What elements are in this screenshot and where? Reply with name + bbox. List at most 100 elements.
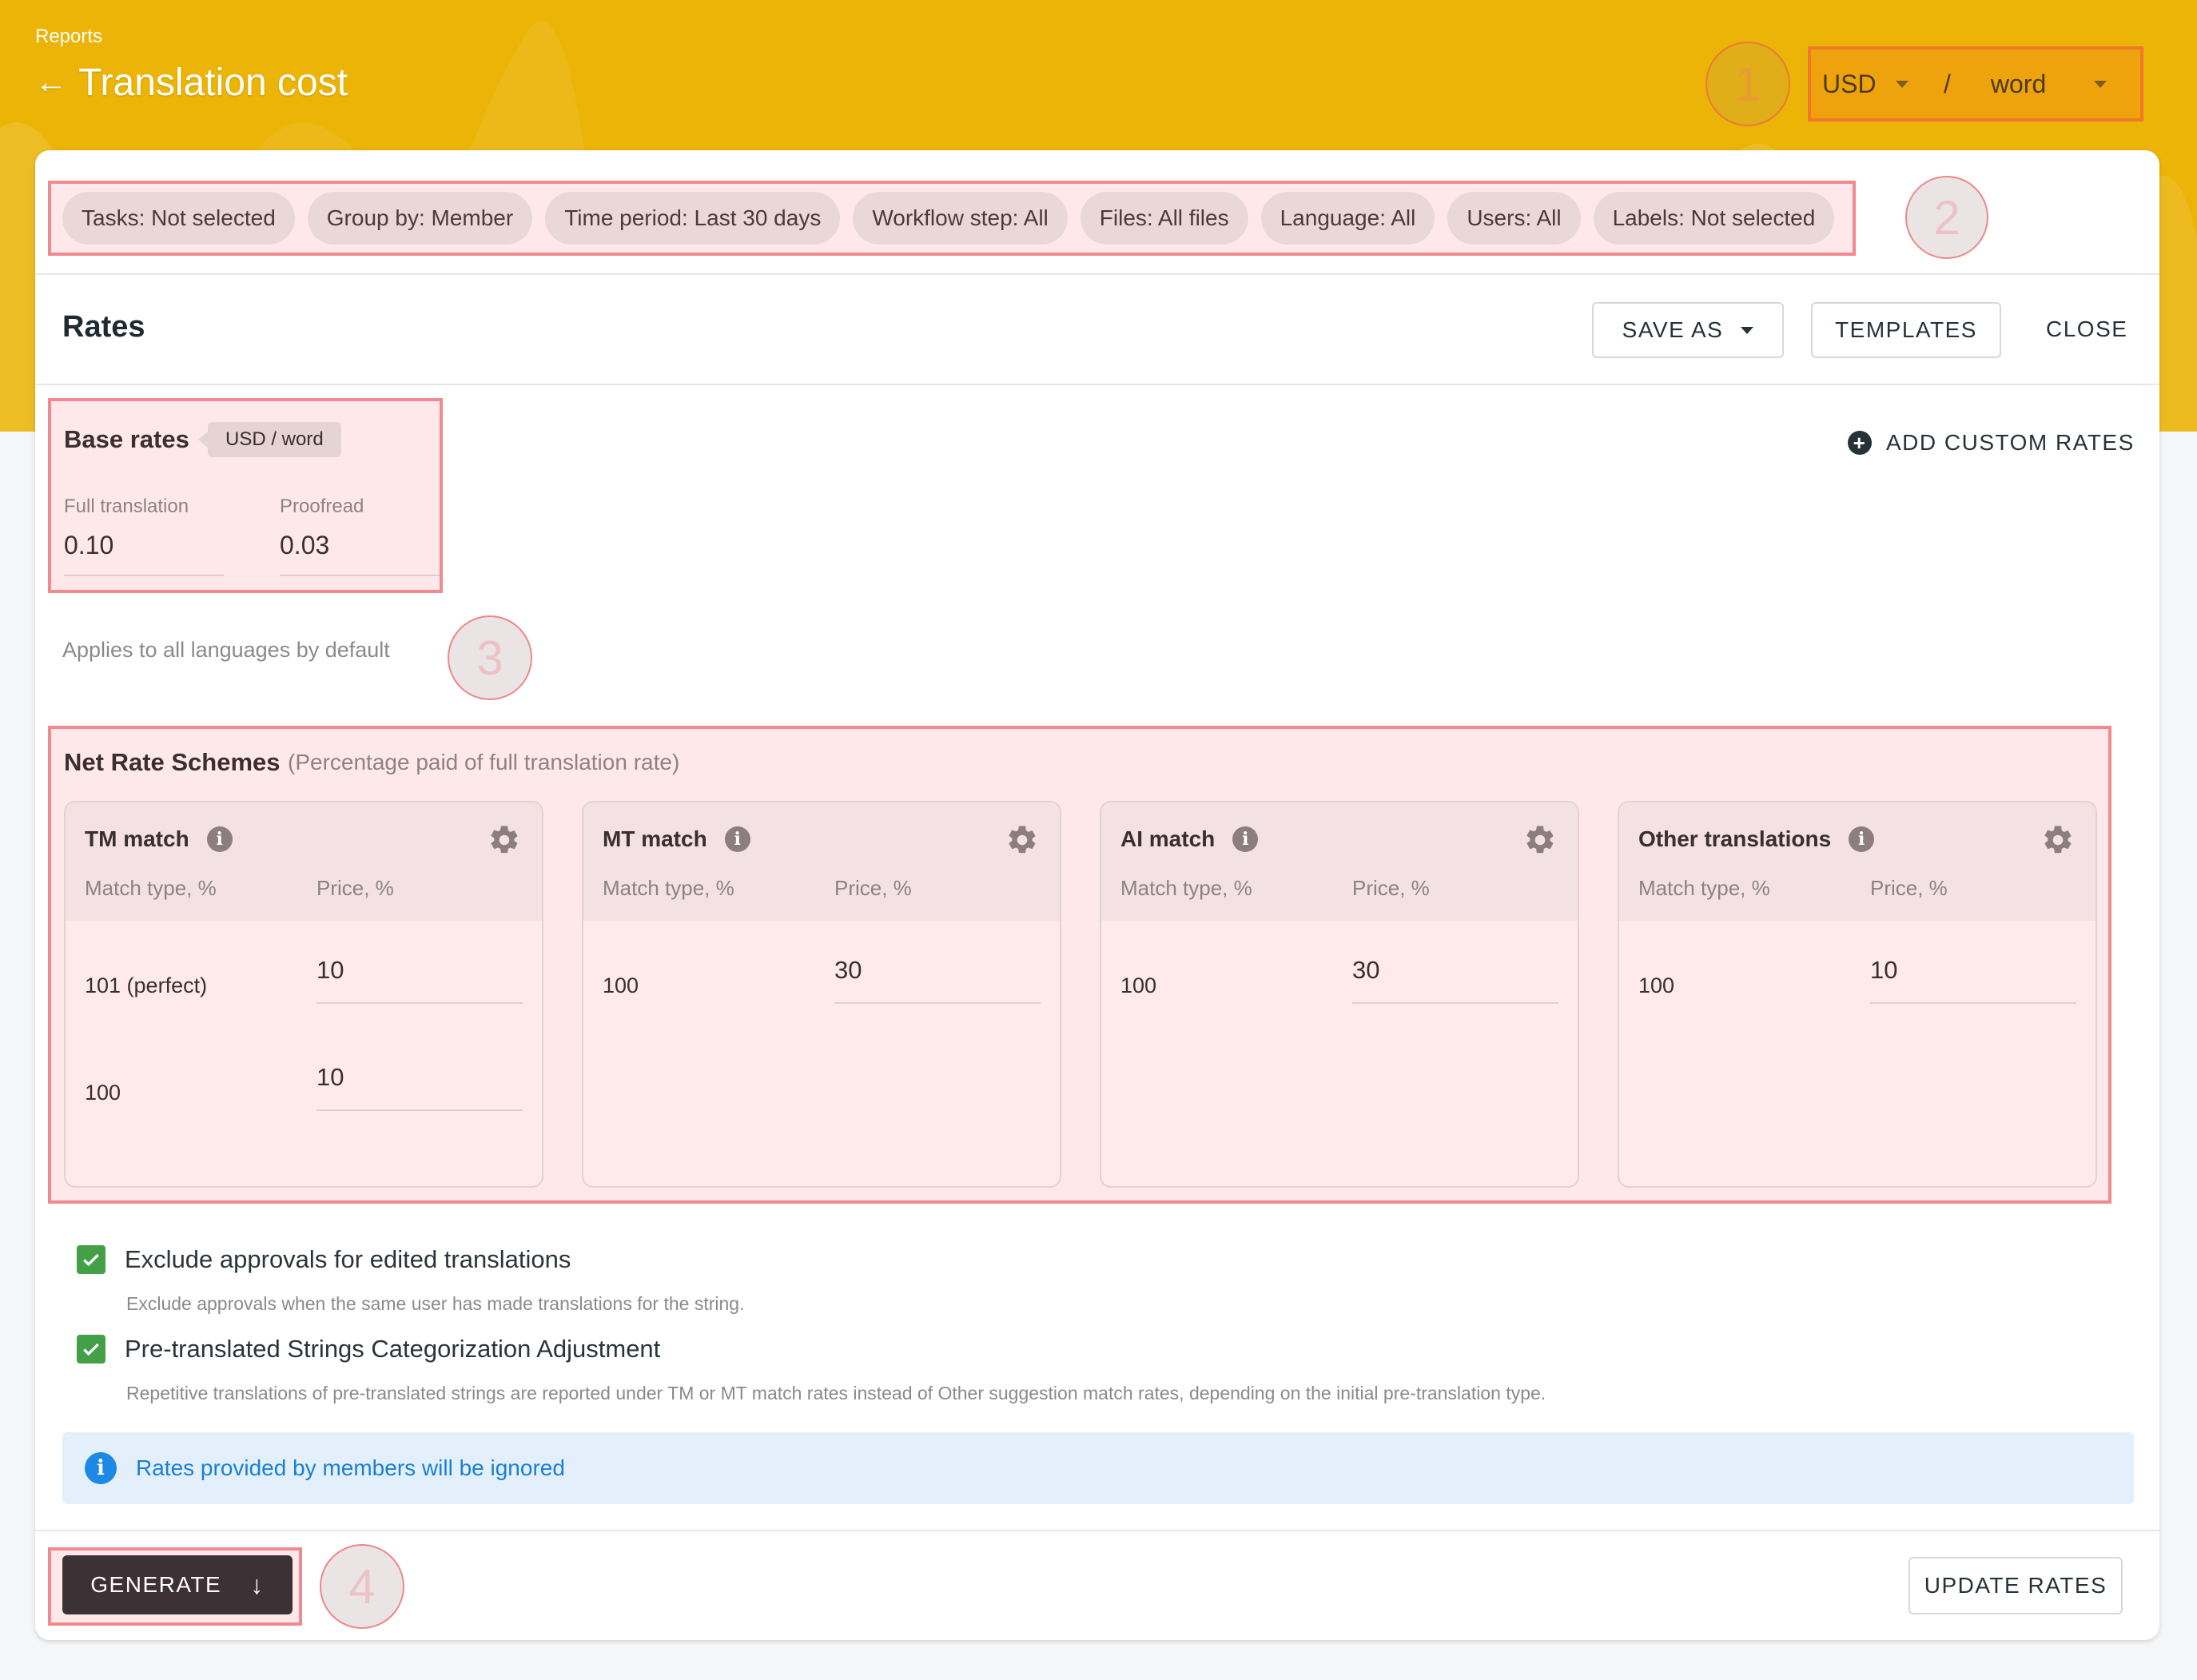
pretranslated-label: Pre-translated Strings Categorization Ad… <box>125 1335 661 1363</box>
price-input[interactable]: 10 <box>1870 956 2076 1004</box>
chevron-down-icon <box>2093 80 2107 88</box>
unit-separator: / <box>1944 69 1951 98</box>
scheme-name: AI match <box>1120 826 1216 851</box>
net-rate-schemes-title: Net Rate Schemes <box>64 748 281 776</box>
annotation-marker-1: 1 <box>1705 42 1790 126</box>
scheme-card-mt-match: MT match i Match type, % Price, % 100 30 <box>582 801 1061 1188</box>
info-icon[interactable]: i <box>1232 826 1259 852</box>
exclude-approvals-description: Exclude approvals when the same user has… <box>126 1293 745 1314</box>
gear-icon[interactable] <box>2041 823 2075 857</box>
price-input[interactable]: 30 <box>1352 956 1558 1004</box>
gear-icon[interactable] <box>1523 823 1557 857</box>
filter-chip-language[interactable]: Language: All <box>1260 192 1435 245</box>
info-icon[interactable]: i <box>724 826 750 852</box>
scheme-header: AI match i Match type, % Price, % <box>1101 802 1578 921</box>
annotation-number: 3 <box>476 631 503 685</box>
filter-chip-users[interactable]: Users: All <box>1447 192 1581 245</box>
currency-unit-selector: USD / word <box>1808 46 2143 121</box>
unit-tag: USD / word <box>198 422 341 457</box>
breadcrumb-reports[interactable]: Reports <box>35 26 102 48</box>
price-input[interactable]: 10 <box>316 1063 523 1111</box>
full-translation-input[interactable]: 0.10 <box>64 531 224 576</box>
match-type-value: 100 <box>603 973 639 997</box>
base-rates-title: Base rates <box>64 425 189 453</box>
gear-icon[interactable] <box>1005 823 1039 857</box>
check-icon <box>83 1343 99 1356</box>
full-translation-label: Full translation <box>64 496 189 517</box>
filter-chip-files[interactable]: Files: All files <box>1080 192 1248 245</box>
price-input[interactable]: 10 <box>316 956 523 1004</box>
update-rates-button[interactable]: UPDATE RATES <box>1908 1557 2123 1614</box>
add-custom-rates-label: ADD CUSTOM RATES <box>1886 430 2135 455</box>
match-type-value: 100 <box>85 1081 121 1105</box>
pretranslated-checkbox[interactable] <box>77 1335 105 1364</box>
unit-dropdown[interactable]: word <box>1991 70 2107 99</box>
divider <box>35 273 2159 275</box>
exclude-approvals-option: Exclude approvals for edited translation… <box>77 1245 571 1274</box>
price-column-header: Price, % <box>1352 876 1430 900</box>
filter-chip-group-by[interactable]: Group by: Member <box>307 192 533 245</box>
gear-icon[interactable] <box>488 823 521 857</box>
currency-dropdown[interactable]: USD <box>1822 70 1908 99</box>
price-column-header: Price, % <box>1870 876 1948 900</box>
members-rates-notice: i Rates provided by members will be igno… <box>62 1432 2134 1504</box>
scheme-title: TM match i <box>85 826 233 852</box>
filter-chip-labels[interactable]: Labels: Not selected <box>1593 192 1835 245</box>
pretranslated-description: Repetitive translations of pre-translate… <box>126 1383 1546 1403</box>
rates-heading: Rates <box>62 310 145 344</box>
info-icon[interactable]: i <box>206 826 233 852</box>
proofread-label: Proofread <box>280 496 364 517</box>
info-icon: i <box>85 1452 117 1484</box>
info-icon[interactable]: i <box>1849 826 1875 852</box>
applies-note: Applies to all languages by default <box>62 638 390 662</box>
add-custom-rates-button[interactable]: + ADD CUSTOM RATES <box>1848 430 2135 456</box>
add-circle-icon: + <box>1848 431 1872 455</box>
generate-label: GENERATE <box>90 1572 222 1597</box>
chevron-down-icon <box>1741 326 1754 334</box>
match-type-value: 100 <box>1638 973 1675 997</box>
annotation-number: 4 <box>348 1559 376 1614</box>
check-icon <box>83 1253 99 1267</box>
price-input[interactable]: 30 <box>834 956 1041 1004</box>
scheme-name: Other translations <box>1638 826 1832 851</box>
scheme-title: Other translations i <box>1638 826 1875 852</box>
scheme-title: AI match i <box>1120 826 1259 852</box>
filter-chip-workflow-step[interactable]: Workflow step: All <box>853 192 1068 245</box>
scheme-name: MT match <box>603 826 707 851</box>
scheme-name: TM match <box>85 826 189 851</box>
save-as-button[interactable]: SAVE AS <box>1592 302 1784 358</box>
net-rate-schemes-section: Net Rate Schemes (Percentage paid of ful… <box>48 726 2111 1204</box>
scheme-card-other-translations: Other translations i Match type, % Price… <box>1618 801 2097 1188</box>
exclude-approvals-checkbox[interactable] <box>77 1245 105 1274</box>
annotation-number: 2 <box>1933 190 1960 245</box>
close-button[interactable]: CLOSE <box>2046 316 2127 342</box>
scheme-row: 101 (perfect) 10 <box>66 930 542 1010</box>
arrow-down-icon: ↓ <box>250 1570 265 1599</box>
proofread-input[interactable]: 0.03 <box>280 531 440 576</box>
match-type-value: 101 (perfect) <box>85 973 208 997</box>
generate-button[interactable]: GENERATE ↓ <box>62 1555 293 1614</box>
scheme-header: MT match i Match type, % Price, % <box>583 802 1060 921</box>
scheme-header: Other translations i Match type, % Price… <box>1619 802 2096 921</box>
scheme-header: TM match i Match type, % Price, % <box>66 802 542 921</box>
base-rates-section: Base rates USD / word Full translation 0… <box>48 398 443 593</box>
scheme-row: 100 10 <box>66 1037 542 1117</box>
arrow-left-icon[interactable]: ← <box>35 65 67 101</box>
match-type-column-header: Match type, % <box>1120 876 1252 900</box>
match-type-column-header: Match type, % <box>1638 876 1770 900</box>
price-column-header: Price, % <box>316 876 394 900</box>
rates-card: Tasks: Not selected Group by: Member Tim… <box>35 150 2159 1640</box>
scheme-row: 100 10 <box>1619 930 2096 1010</box>
price-column-header: Price, % <box>834 876 912 900</box>
notice-text: Rates provided by members will be ignore… <box>136 1455 565 1480</box>
match-type-column-header: Match type, % <box>85 876 217 900</box>
chevron-down-icon <box>1896 80 1908 88</box>
templates-button[interactable]: TEMPLATES <box>1811 302 2001 358</box>
scheme-row: 100 30 <box>1101 930 1578 1010</box>
page-title: Translation cost <box>78 62 348 104</box>
annotation-number: 1 <box>1734 57 1761 111</box>
filter-chip-time-period[interactable]: Time period: Last 30 days <box>545 192 841 245</box>
pretranslated-option: Pre-translated Strings Categorization Ad… <box>77 1335 660 1364</box>
proofread-field: Proofread 0.03 <box>280 496 440 576</box>
filter-chip-tasks[interactable]: Tasks: Not selected <box>62 192 295 245</box>
